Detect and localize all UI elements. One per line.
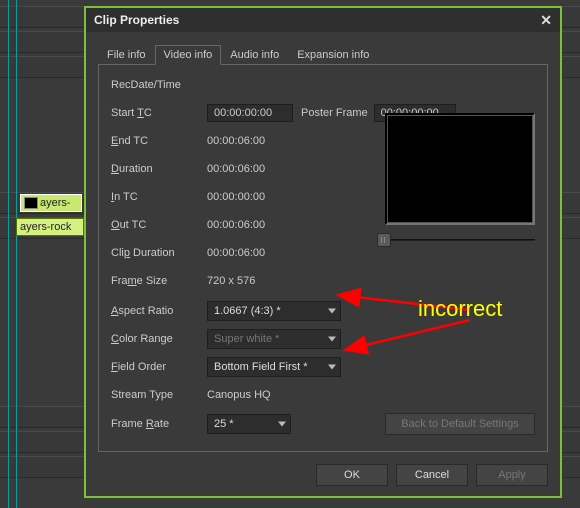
label-poster-frame: Poster Frame: [301, 107, 368, 119]
tab-bar: File info Video info Audio info Expansio…: [98, 44, 548, 65]
tab-expansion-info[interactable]: Expansion info: [288, 45, 378, 65]
dialog-title: Clip Properties: [94, 13, 540, 27]
label-in-tc: In TC: [111, 191, 207, 203]
label-frame-size: Frame Size: [111, 275, 207, 287]
clip-thumb: [24, 197, 38, 209]
clip-properties-dialog: Clip Properties ✕ File info Video info A…: [84, 6, 562, 498]
label-stream-type: Stream Type: [111, 389, 207, 401]
tab-audio-info[interactable]: Audio info: [221, 45, 288, 65]
aspect-ratio-dropdown[interactable]: 1.0667 (4:3) *: [207, 301, 341, 321]
tab-video-info[interactable]: Video info: [155, 45, 222, 65]
ok-button[interactable]: OK: [316, 464, 388, 486]
dialog-button-row: OK Cancel Apply: [86, 460, 560, 496]
clip-label: ayers-rock: [20, 221, 71, 233]
label-out-tc: Out TC: [111, 219, 207, 231]
aspect-ratio-value: 1.0667 (4:3) *: [214, 305, 281, 317]
video-info-panel: RecDate/Time Start TC Poster Frame End T…: [98, 65, 548, 452]
label-recdate: RecDate/Time: [111, 79, 207, 91]
chevron-down-icon: [328, 337, 336, 342]
value-out-tc: 00:00:06:00: [207, 219, 265, 231]
preview-thumbnail: [385, 113, 535, 225]
label-frame-rate: Frame Rate: [111, 418, 207, 430]
color-range-value: Super white *: [214, 333, 279, 345]
timeline-clip[interactable]: ayers-rock: [16, 218, 84, 236]
cancel-button[interactable]: Cancel: [396, 464, 468, 486]
value-stream-type: Canopus HQ: [207, 389, 271, 401]
field-order-value: Bottom Field First *: [214, 361, 308, 373]
value-clip-duration: 00:00:06:00: [207, 247, 265, 259]
label-field-order: Field Order: [111, 361, 207, 373]
chevron-down-icon: [328, 365, 336, 370]
titlebar[interactable]: Clip Properties ✕: [86, 8, 560, 32]
label-duration: Duration: [111, 163, 207, 175]
label-start-tc: Start TC: [111, 107, 207, 119]
chevron-down-icon: [328, 309, 336, 314]
frame-rate-value: 25 *: [214, 418, 234, 430]
close-icon[interactable]: ✕: [540, 12, 552, 29]
color-range-dropdown: Super white *: [207, 329, 341, 349]
slider-track: [391, 239, 535, 241]
start-tc-input[interactable]: [207, 104, 293, 122]
tab-file-info[interactable]: File info: [98, 45, 155, 65]
value-frame-size: 720 x 576: [207, 275, 255, 287]
annotation-text: incorrect: [418, 296, 502, 322]
slider-thumb[interactable]: [377, 233, 391, 247]
preview-slider[interactable]: [385, 233, 535, 247]
label-color-range: Color Range: [111, 333, 207, 345]
apply-button[interactable]: Apply: [476, 464, 548, 486]
value-in-tc: 00:00:00:00: [207, 191, 265, 203]
frame-rate-dropdown[interactable]: 25 *: [207, 414, 291, 434]
field-order-dropdown[interactable]: Bottom Field First *: [207, 357, 341, 377]
back-to-defaults-button[interactable]: Back to Default Settings: [385, 413, 535, 435]
value-end-tc: 00:00:06:00: [207, 135, 265, 147]
label-clip-duration: Clip Duration: [111, 247, 207, 259]
label-end-tc: End TC: [111, 135, 207, 147]
timeline-clip[interactable]: ayers-: [20, 194, 82, 212]
chevron-down-icon: [278, 422, 286, 427]
value-duration: 00:00:06:00: [207, 163, 265, 175]
clip-label: ayers-: [40, 197, 71, 209]
label-aspect-ratio: Aspect Ratio: [111, 305, 207, 317]
